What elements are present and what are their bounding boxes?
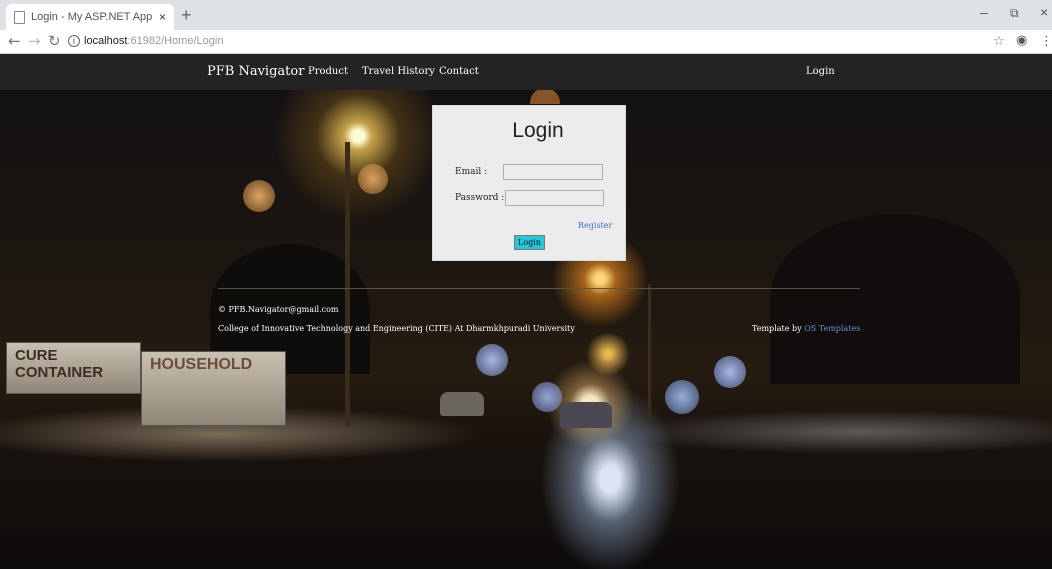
- bokeh-light: [358, 164, 388, 194]
- page-background: CURE CONTAINER HOUSEHOLD PFB Navigator P…: [0, 54, 1052, 569]
- nav-contact[interactable]: Contact: [439, 66, 479, 77]
- bokeh-light: [532, 382, 562, 412]
- footer-divider: [218, 288, 860, 289]
- page-icon: [14, 10, 25, 24]
- bokeh-light: [530, 88, 560, 104]
- brand-link[interactable]: PFB Navigator: [207, 64, 304, 79]
- street-lamp-pole: [345, 142, 350, 427]
- bokeh-light: [665, 380, 699, 414]
- footer-email: © PFB.Navigator@gmail.com: [218, 305, 339, 314]
- footer-template-credit: Template by OS Templates: [752, 324, 860, 333]
- minimize-icon[interactable]: –: [980, 4, 988, 20]
- nav-product[interactable]: Product: [308, 66, 348, 77]
- login-title: Login: [512, 119, 564, 142]
- new-tab-icon[interactable]: +: [181, 5, 192, 26]
- login-button[interactable]: Login: [514, 235, 545, 250]
- tree-silhouette: [770, 214, 1020, 384]
- url-field[interactable]: localhost:61982/Home/Login: [84, 35, 223, 47]
- bokeh-light: [476, 344, 508, 376]
- tab-close-icon[interactable]: ×: [159, 10, 166, 24]
- bokeh-light: [243, 180, 275, 212]
- password-field[interactable]: [505, 190, 604, 206]
- car: [560, 402, 612, 428]
- profile-icon[interactable]: ◉: [1016, 33, 1027, 48]
- parked-car: [440, 392, 484, 416]
- maximize-icon[interactable]: ⧉: [1010, 6, 1019, 21]
- password-label: Password :: [455, 193, 505, 203]
- email-label: Email :: [455, 167, 488, 177]
- address-bar-row: ← → ↻ i localhost:61982/Home/Login ☆ ◉ ⋮: [0, 30, 1052, 54]
- nav-travel-history[interactable]: Travel History: [362, 66, 435, 77]
- template-prefix: Template by: [752, 324, 805, 333]
- browser-tab[interactable]: Login - My ASP.NET Application ×: [6, 4, 174, 30]
- site-navbar: PFB Navigator Product Travel History Con…: [0, 54, 1052, 90]
- reload-icon[interactable]: ↻: [48, 32, 61, 50]
- forward-icon[interactable]: →: [28, 32, 41, 50]
- site-info-icon[interactable]: i: [68, 35, 80, 47]
- browser-tab-strip: Login - My ASP.NET Application × + – ⧉ ×: [0, 0, 1052, 30]
- footer-college: College of Innovative Technology and Eng…: [218, 324, 575, 333]
- login-form: Login Email : Password : Register Login: [432, 105, 626, 261]
- browser-menu-icon[interactable]: ⋮: [1040, 34, 1052, 49]
- url-host: localhost: [84, 35, 128, 47]
- bookmark-star-icon[interactable]: ☆: [993, 34, 1005, 49]
- register-link[interactable]: Register: [578, 221, 612, 230]
- bokeh-light: [714, 356, 746, 388]
- container-sign: CURE CONTAINER: [6, 342, 141, 394]
- tab-title: Login - My ASP.NET Application: [31, 11, 153, 23]
- url-path: :61982/Home/Login: [127, 35, 224, 47]
- email-field[interactable]: [503, 164, 603, 180]
- back-icon[interactable]: ←: [8, 32, 21, 50]
- window-close-icon[interactable]: ×: [1040, 4, 1048, 20]
- street-lamp-pole: [648, 284, 651, 419]
- household-sign: HOUSEHOLD: [141, 351, 286, 426]
- os-templates-link[interactable]: OS Templates: [804, 324, 860, 333]
- nav-login[interactable]: Login: [806, 66, 835, 77]
